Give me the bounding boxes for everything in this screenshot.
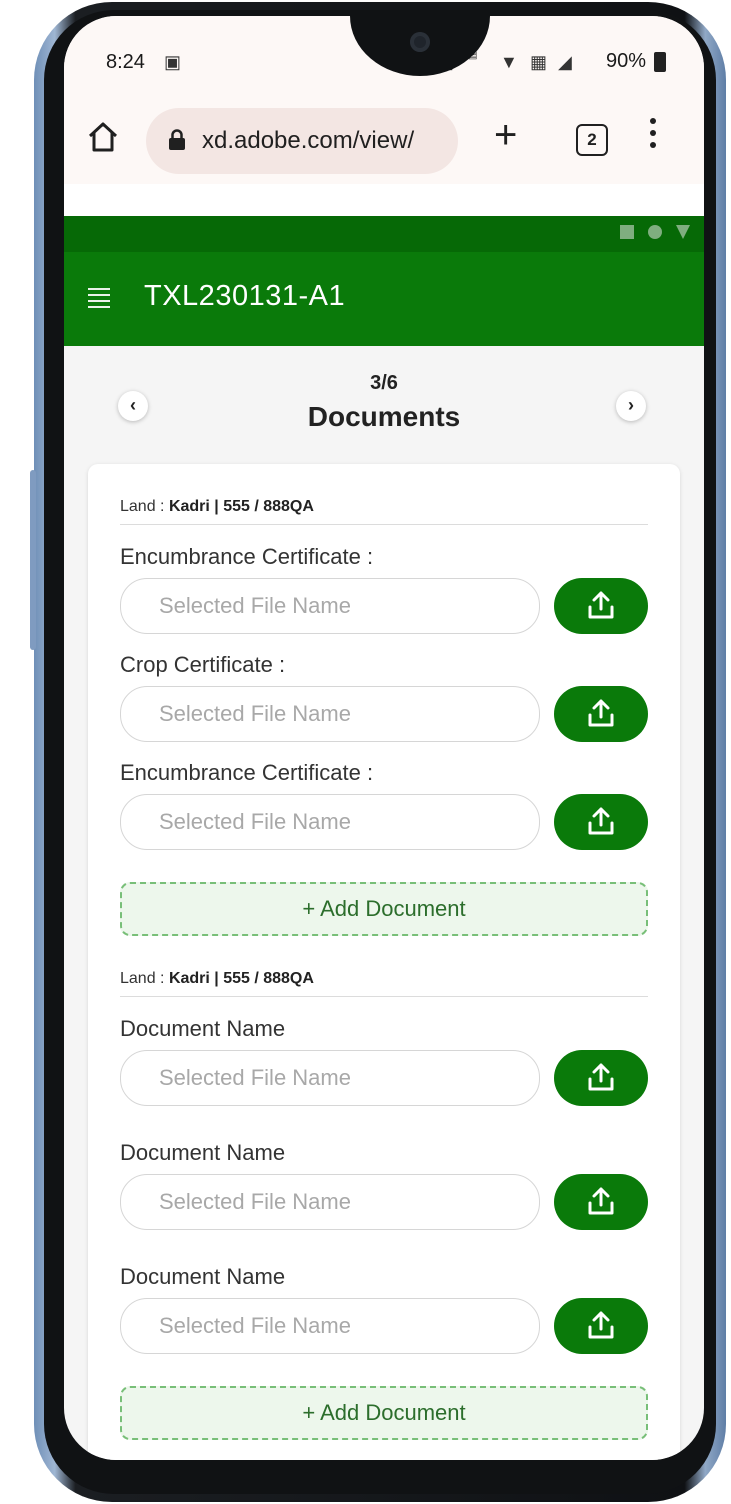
file-name-field[interactable]: Selected File Name — [120, 1174, 540, 1230]
upload-button[interactable] — [554, 1298, 648, 1354]
step-counter: 3/6 — [370, 372, 398, 394]
hamburger-menu-icon[interactable] — [88, 288, 110, 312]
wifi-icon: ▼ — [500, 52, 518, 72]
circle-icon — [648, 225, 662, 239]
document-label: Crop Certificate : — [120, 652, 286, 677]
document-label: Encumbrance Certificate : — [120, 544, 374, 569]
file-name-field[interactable]: Selected File Name — [120, 1298, 540, 1354]
front-camera-icon — [410, 32, 430, 52]
volume-button — [30, 470, 36, 650]
file-name-field[interactable]: Selected File Name — [120, 578, 540, 634]
step-title: Documents — [307, 401, 461, 432]
browser-toolbar: xd.adobe.com/view/ + 2 — [64, 88, 704, 184]
signal-icon: ◢ — [558, 52, 572, 72]
upload-icon — [588, 1311, 614, 1339]
section-divider — [120, 996, 648, 997]
phone-screen: 8:24 ▣ ▮ ▤ ▼ ▦ ◢ 90% xd.adobe.com/view/ … — [64, 16, 704, 1460]
lock-icon — [169, 129, 185, 150]
app-status-strip — [64, 216, 704, 252]
new-tab-icon[interactable]: + — [494, 115, 517, 155]
address-bar[interactable]: xd.adobe.com/view/ — [146, 108, 458, 174]
battery-percent: 90% — [605, 50, 646, 72]
upload-icon — [588, 1063, 614, 1091]
url-text: xd.adobe.com/view/ — [202, 127, 415, 154]
upload-icon — [588, 699, 614, 727]
upload-button[interactable] — [554, 686, 648, 742]
file-name-field[interactable]: Selected File Name — [120, 794, 540, 850]
upload-icon — [588, 1187, 614, 1215]
documents-card: Land : Kadri | 555 / 888QA Encumbrance C… — [88, 464, 680, 1460]
upload-icon — [588, 807, 614, 835]
tab-switcher-button[interactable]: 2 — [576, 124, 608, 156]
upload-button[interactable] — [554, 1050, 648, 1106]
page-top-strip — [64, 184, 704, 220]
add-document-button[interactable]: + Add Document — [120, 882, 648, 936]
upload-button[interactable] — [554, 794, 648, 850]
upload-icon — [588, 591, 614, 619]
next-step-button[interactable]: › — [616, 391, 646, 421]
battery-icon — [654, 52, 666, 72]
app-header: TXL230131-A1 — [64, 252, 704, 346]
land-info: Land : Kadri | 555 / 888QA — [120, 498, 314, 515]
upload-button[interactable] — [554, 578, 648, 634]
document-label: Document Name — [120, 1140, 286, 1165]
volte-icon: ▦ — [530, 52, 548, 72]
document-label: Document Name — [120, 1264, 286, 1289]
upload-button[interactable] — [554, 1174, 648, 1230]
triangle-icon — [676, 225, 690, 239]
document-label: Encumbrance Certificate : — [120, 760, 374, 785]
overflow-menu-icon[interactable] — [650, 118, 658, 154]
add-document-button[interactable]: + Add Document — [120, 1386, 648, 1440]
status-time: 8:24 — [106, 51, 145, 73]
document-label: Document Name — [120, 1016, 286, 1041]
file-name-field[interactable]: Selected File Name — [120, 686, 540, 742]
file-name-field[interactable]: Selected File Name — [120, 1050, 540, 1106]
home-icon[interactable] — [86, 120, 120, 154]
page-title: TXL230131-A1 — [144, 280, 346, 312]
notification-icon: ▣ — [164, 52, 182, 72]
land-info: Land : Kadri | 555 / 888QA — [120, 970, 314, 987]
section-divider — [120, 524, 648, 525]
square-icon — [620, 225, 634, 239]
